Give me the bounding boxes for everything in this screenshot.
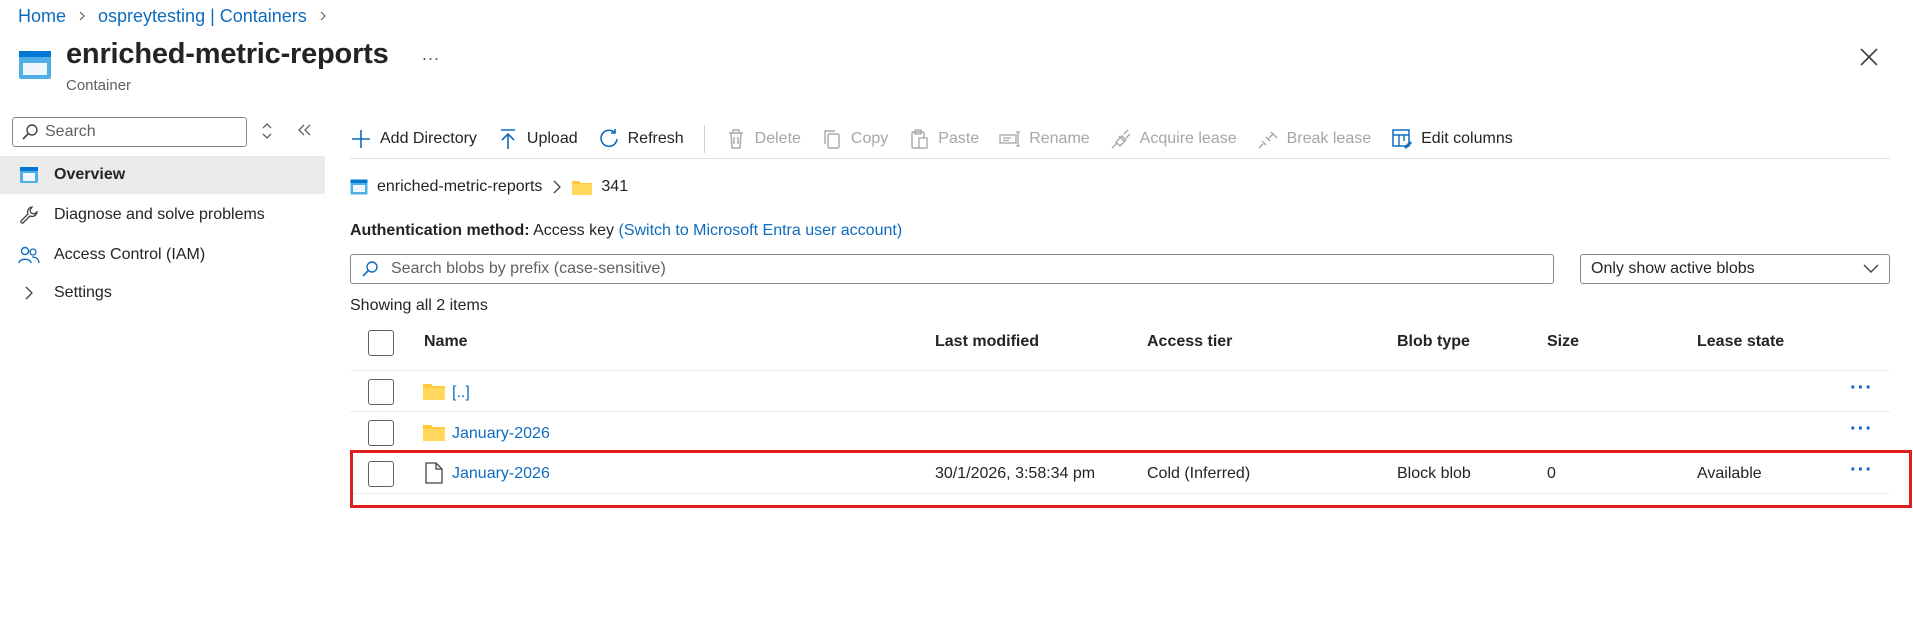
blob-filter-dropdown[interactable]: Only show active blobs	[1580, 254, 1890, 284]
container-icon	[19, 51, 51, 79]
sidebar-item-label: Diagnose and solve problems	[54, 206, 265, 223]
chevron-down-icon	[1863, 264, 1879, 273]
rename-label: Rename	[1029, 130, 1090, 147]
select-all-checkbox[interactable]	[368, 330, 394, 356]
blob-search-placeholder: Search blobs by prefix (case-sensitive)	[391, 260, 666, 277]
plug-icon	[1111, 129, 1131, 149]
toolbar-divider	[703, 125, 705, 153]
chevron-right-icon	[320, 11, 326, 21]
sidebar-item-label: Overview	[54, 166, 126, 183]
column-header-lease-state[interactable]: Lease state	[1697, 333, 1784, 351]
paste-button[interactable]: Paste	[908, 128, 979, 150]
column-header-size[interactable]: Size	[1547, 333, 1579, 351]
auth-method: Authentication method: Access key (Switc…	[350, 222, 902, 240]
rename-icon	[999, 131, 1021, 147]
upload-button[interactable]: Upload	[497, 128, 578, 150]
blob-prefix-search-input[interactable]: Search blobs by prefix (case-sensitive)	[350, 254, 1554, 284]
path-folder-label: 341	[601, 178, 629, 195]
edit-columns-icon	[1392, 129, 1413, 149]
blob-path-breadcrumb: enriched-metric-reports 341	[350, 178, 628, 196]
sort-updown-icon[interactable]	[260, 121, 274, 141]
delete-label: Delete	[754, 130, 801, 147]
chevron-right-icon	[553, 180, 562, 194]
refresh-label: Refresh	[627, 130, 684, 147]
container-icon	[18, 164, 40, 186]
sidebar-item-access-control[interactable]: Access Control (IAM)	[0, 236, 325, 274]
path-container-link[interactable]: enriched-metric-reports	[377, 178, 542, 196]
acquire-lease-button[interactable]: Acquire lease	[1110, 128, 1237, 150]
breadcrumb: Home ospreytesting | Containers	[18, 4, 329, 28]
auth-method-value: Access key	[533, 222, 615, 239]
copy-label: Copy	[850, 130, 889, 147]
sidebar-item-diagnose[interactable]: Diagnose and solve problems	[0, 196, 325, 234]
paste-icon	[911, 129, 928, 149]
paste-label: Paste	[938, 130, 980, 147]
row-more-button[interactable]: ···	[1850, 377, 1873, 400]
search-icon	[362, 261, 378, 277]
chevron-right-icon	[18, 282, 40, 304]
page-title: enriched-metric-reports	[66, 38, 389, 70]
nav-search-input[interactable]: Search	[12, 117, 247, 147]
breadcrumb-home-link[interactable]: Home	[18, 6, 66, 27]
column-header-name[interactable]: Name	[424, 333, 468, 351]
trash-icon	[728, 129, 743, 149]
more-actions-button[interactable]: ...	[422, 44, 440, 65]
item-count-text: Showing all 2 items	[350, 297, 488, 314]
plus-icon	[352, 130, 370, 148]
nav-search-placeholder: Search	[45, 123, 96, 140]
break-lease-button[interactable]: Break lease	[1257, 128, 1372, 150]
column-header-blob-type[interactable]: Blob type	[1397, 333, 1470, 351]
copy-icon	[824, 130, 840, 149]
chevron-right-icon	[79, 11, 85, 21]
column-header-access-tier[interactable]: Access tier	[1147, 333, 1232, 351]
row-more-button[interactable]: ···	[1850, 418, 1873, 441]
container-icon	[350, 179, 368, 195]
table-row-name-link[interactable]: January-2026	[452, 425, 550, 443]
add-directory-label: Add Directory	[380, 130, 477, 147]
edit-columns-label: Edit columns	[1421, 130, 1513, 147]
sidebar-item-label: Settings	[54, 284, 112, 301]
broken-plug-icon	[1258, 131, 1278, 149]
acquire-lease-label: Acquire lease	[1139, 130, 1237, 147]
close-icon[interactable]	[1858, 46, 1880, 68]
command-toolbar: Add Directory Upload Refresh Delete Copy…	[350, 124, 1533, 154]
blob-filter-selected: Only show active blobs	[1591, 260, 1755, 277]
delete-button[interactable]: Delete	[725, 128, 801, 150]
row-checkbox[interactable]	[368, 420, 394, 446]
upload-icon	[500, 129, 515, 149]
folder-icon	[423, 425, 445, 441]
highlight-box	[350, 450, 1912, 508]
table-header-divider	[350, 370, 1890, 371]
breadcrumb-account-link[interactable]: ospreytesting | Containers	[98, 6, 307, 27]
row-checkbox[interactable]	[368, 379, 394, 405]
auth-method-label: Authentication method:	[350, 222, 530, 239]
break-lease-label: Break lease	[1286, 130, 1372, 147]
collapse-double-chevron-icon[interactable]	[296, 122, 312, 138]
people-icon	[18, 244, 40, 266]
rename-button[interactable]: Rename	[999, 128, 1090, 150]
refresh-icon	[599, 129, 618, 148]
refresh-button[interactable]: Refresh	[598, 128, 684, 150]
copy-button[interactable]: Copy	[821, 128, 888, 150]
toolbar-divider-line	[350, 158, 1890, 159]
search-icon	[22, 124, 38, 140]
add-directory-button[interactable]: Add Directory	[350, 128, 477, 150]
table-row-name-link[interactable]: [..]	[452, 384, 470, 402]
wrench-icon	[18, 204, 40, 226]
folder-icon	[423, 384, 445, 400]
sidebar-item-label: Access Control (IAM)	[54, 246, 206, 263]
edit-columns-button[interactable]: Edit columns	[1391, 128, 1513, 150]
page-subtitle: Container	[66, 77, 132, 94]
table-row-divider	[350, 411, 1890, 412]
column-header-last-modified[interactable]: Last modified	[935, 333, 1039, 351]
folder-icon	[572, 181, 593, 195]
sidebar-item-overview[interactable]: Overview	[0, 156, 325, 194]
sidebar-item-settings[interactable]: Settings	[0, 274, 325, 312]
switch-auth-link[interactable]: (Switch to Microsoft Entra user account)	[618, 222, 902, 239]
upload-label: Upload	[526, 130, 578, 147]
